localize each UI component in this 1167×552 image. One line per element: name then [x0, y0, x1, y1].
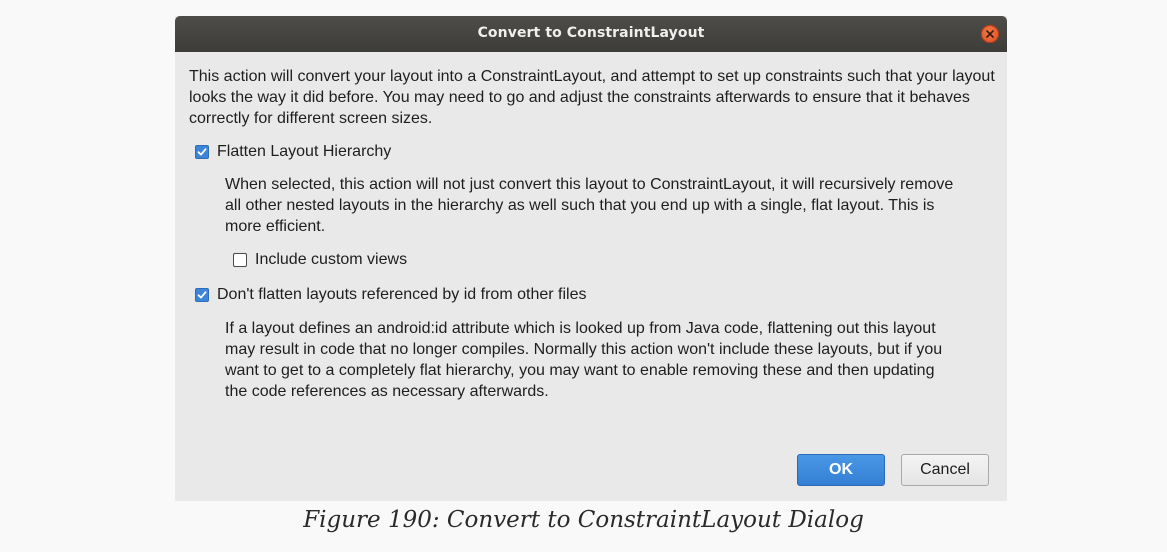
dont-flatten-referenced-label[interactable]: Don't flatten layouts referenced by id f… [217, 285, 586, 305]
flatten-hierarchy-description: When selected, this action will not just… [225, 176, 954, 235]
dont-flatten-referenced-description: If a layout defines an android:id attrib… [225, 320, 943, 400]
ok-button[interactable]: OK [797, 454, 885, 486]
check-icon [197, 148, 207, 156]
include-custom-views-label[interactable]: Include custom views [255, 250, 407, 270]
dialog-title: Convert to ConstraintLayout [477, 25, 705, 41]
convert-dialog: Convert to ConstraintLayout This action … [175, 16, 1007, 501]
check-icon [197, 291, 207, 299]
dialog-titlebar[interactable]: Convert to ConstraintLayout [175, 16, 1007, 52]
intro-text: This action will convert your layout int… [189, 68, 995, 127]
flatten-hierarchy-checkbox[interactable] [195, 145, 209, 159]
figure-caption: Figure 190: Convert to ConstraintLayout … [303, 507, 864, 533]
include-custom-views-checkbox[interactable] [233, 253, 247, 267]
flatten-hierarchy-label[interactable]: Flatten Layout Hierarchy [217, 142, 391, 162]
cancel-button[interactable]: Cancel [901, 454, 989, 486]
dont-flatten-referenced-checkbox[interactable] [195, 288, 209, 302]
close-icon [986, 30, 994, 38]
close-button[interactable] [981, 25, 999, 43]
